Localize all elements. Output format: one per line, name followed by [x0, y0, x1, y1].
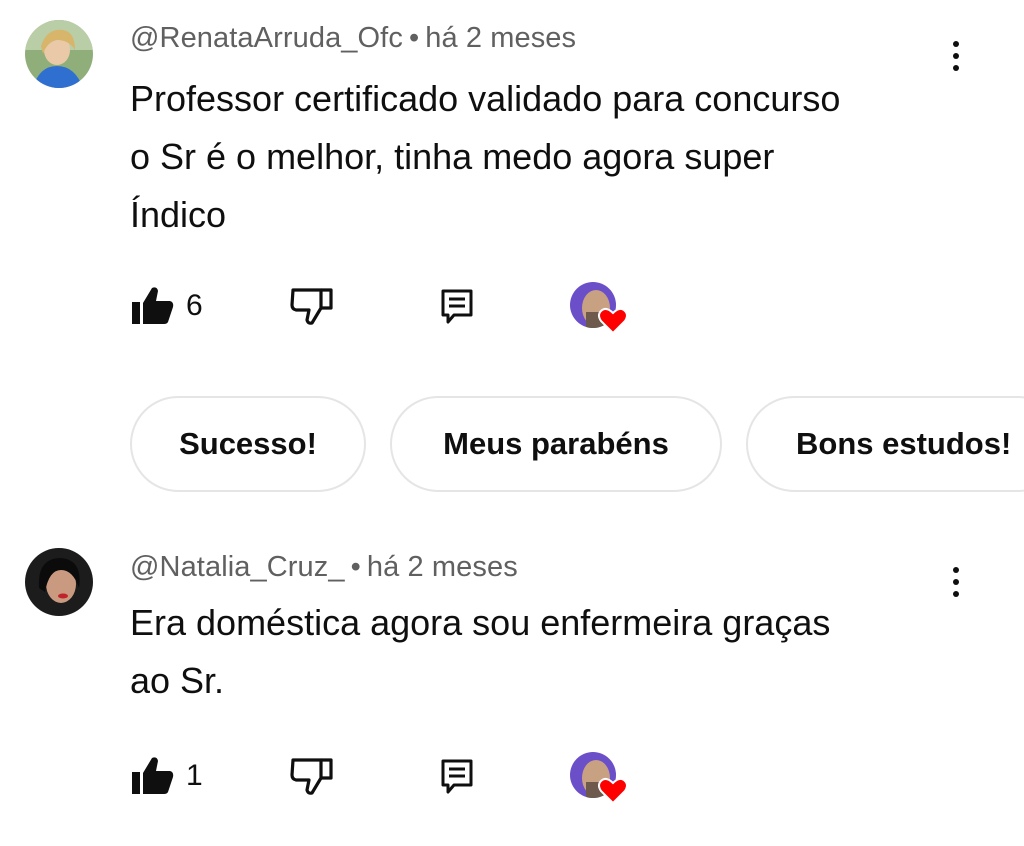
like-count: 1	[186, 759, 203, 792]
suggested-reply-chip[interactable]: Bons estudos!	[746, 396, 1024, 492]
suggested-reply-chip[interactable]: Sucesso!	[130, 396, 366, 492]
creator-heart-icon	[570, 752, 628, 806]
comment-text-line: o Sr é o melhor, tinha medo agora super	[130, 136, 775, 177]
reply-comment-icon[interactable]	[440, 288, 474, 326]
comment-text-line: Professor certificado validado para conc…	[130, 78, 841, 119]
comment-time: há 2 meses	[366, 551, 518, 583]
author-name[interactable]: @RenataArruda_Ofc	[130, 22, 403, 54]
thumbs-down-outline-icon[interactable]	[290, 756, 334, 796]
comment-meta: @Natalia_Cruz_ • há 2 meses	[130, 551, 518, 584]
comment-actions: 6	[130, 282, 650, 334]
avatar[interactable]	[25, 548, 93, 616]
meta-separator: •	[350, 551, 361, 583]
suggested-replies: Sucesso! Meus parabéns Bons estudos!	[130, 396, 1024, 492]
creator-heart-icon	[570, 282, 628, 336]
comment-text-line: ao Sr.	[130, 660, 225, 701]
comment-time: há 2 meses	[425, 22, 577, 54]
reply-comment-icon[interactable]	[440, 758, 474, 796]
comment-item: @Natalia_Cruz_ • há 2 meses Era doméstica …	[0, 530, 1024, 846]
comment-text-line: Índico	[130, 194, 227, 235]
like-count: 6	[186, 289, 203, 322]
heart-icon	[598, 307, 628, 334]
comment-item: @RenataArruda_Ofc • há 2 meses Professor c…	[0, 0, 1024, 492]
thumbs-up-filled-icon[interactable]	[130, 286, 174, 326]
author-name[interactable]: @Natalia_Cruz_	[130, 551, 345, 583]
comment-text: Professor certificado validado para conc…	[130, 70, 950, 244]
meta-separator: •	[408, 22, 420, 54]
comment-text: Era doméstica agora sou enfermeira graça…	[130, 594, 950, 710]
thumbs-up-filled-icon[interactable]	[130, 756, 174, 796]
comment-text-line: Era doméstica agora sou enfermeira graça…	[130, 602, 831, 643]
comment-actions: 1	[130, 752, 650, 804]
thumbs-down-outline-icon[interactable]	[290, 286, 334, 326]
heart-icon	[598, 777, 628, 804]
avatar[interactable]	[25, 20, 93, 88]
suggested-reply-chip[interactable]: Meus parabéns	[390, 396, 722, 492]
comment-meta: @RenataArruda_Ofc • há 2 meses	[130, 22, 576, 55]
